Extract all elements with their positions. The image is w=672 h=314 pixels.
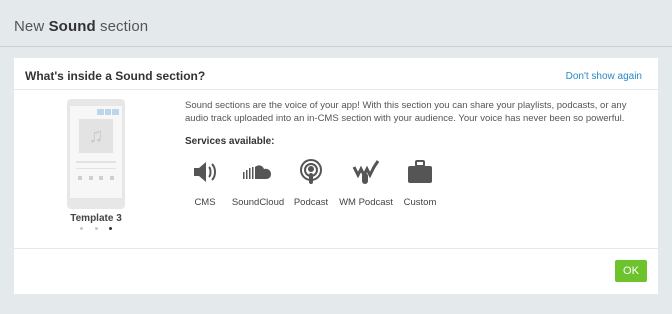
phone-track-title	[76, 161, 116, 163]
dont-show-again-link[interactable]: Don't show again	[566, 71, 642, 82]
template-label: Template 3	[70, 213, 122, 224]
services-label: Services available:	[185, 136, 275, 147]
briefcase-icon	[388, 154, 452, 190]
service-label: Custom	[403, 197, 437, 208]
carousel-dots	[80, 227, 112, 230]
section-description: Sound sections are the voice of your app…	[185, 100, 627, 124]
title-bold: Sound	[48, 18, 96, 35]
ok-button[interactable]: OK	[615, 260, 647, 282]
carousel-dot-1[interactable]	[80, 227, 83, 230]
music-note-icon: ♫	[79, 119, 113, 153]
phone-controls	[78, 176, 114, 182]
info-card: What's inside a Sound section? Don't sho…	[14, 58, 658, 294]
carousel-dot-3[interactable]	[109, 227, 112, 230]
title-prefix: New	[14, 18, 49, 35]
card-heading: What's inside a Sound section?	[25, 69, 206, 83]
title-suffix: section	[95, 18, 149, 35]
card-divider-top	[14, 89, 658, 90]
phone-status-bar	[97, 109, 120, 115]
page-title: New Sound section	[14, 18, 148, 35]
card-divider-bottom	[14, 248, 658, 249]
carousel-dot-2[interactable]	[94, 227, 98, 230]
template-preview-phone: ♫	[67, 99, 125, 209]
service-custom: Custom	[388, 154, 452, 208]
phone-seek-bar	[76, 168, 116, 169]
page-header: New Sound section	[0, 0, 672, 47]
phone-screen: ♫	[70, 106, 122, 198]
